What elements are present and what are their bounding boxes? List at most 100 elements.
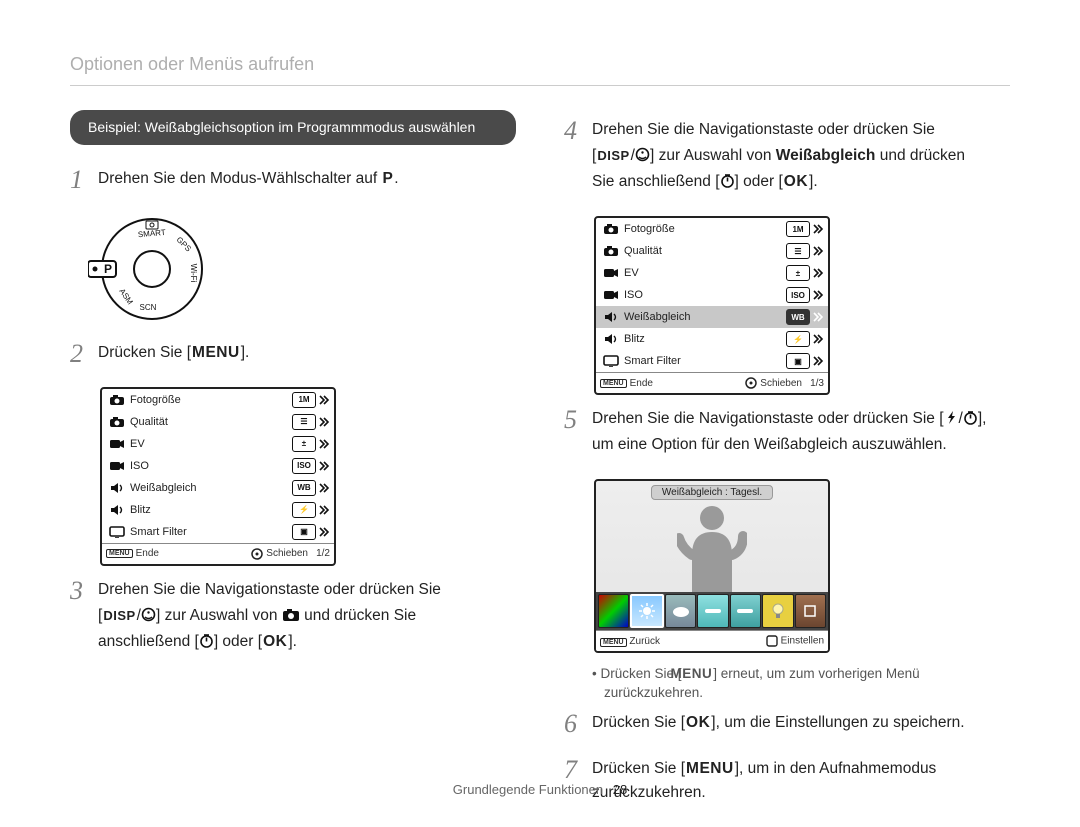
menu-row-badge: ± — [292, 436, 330, 452]
menu-row: EV± — [596, 262, 828, 284]
video-icon — [600, 267, 622, 279]
step4-line3c: ]. — [809, 173, 818, 190]
menu-row: EV± — [102, 433, 334, 455]
step-4: 4 Drehen Sie die Navigationstaste oder d… — [564, 118, 1010, 202]
step4-line3a: Sie anschließend [ — [592, 173, 720, 190]
step-2: 2 Drücken Sie [MENU]. — [70, 341, 516, 373]
menu-row: Smart Filter▣ — [102, 521, 334, 543]
footer-section: Grundlegende Funktionen — [453, 782, 603, 797]
menu-row-label: Blitz — [622, 333, 786, 345]
svg-text:P: P — [104, 262, 112, 276]
nav-wheel-icon — [745, 377, 757, 389]
person-silhouette-icon — [677, 500, 747, 592]
mode-dial: SMART GPS Wi-Fi SCN ASM P — [88, 213, 516, 325]
wb-option-strip — [596, 592, 828, 630]
page-footer: Grundlegende Funktionen 28 — [0, 782, 1080, 797]
step5-subnote: • Drücken Sie [MENU] erneut, um zum vorh… — [564, 665, 1010, 703]
video-icon — [106, 438, 128, 450]
menu-row-badge: ▣ — [292, 524, 330, 540]
menu-button-label: MENU — [685, 757, 735, 781]
header-rule — [70, 85, 1010, 86]
panel-page-indicator: 1/3 — [802, 378, 824, 389]
timer-icon — [199, 633, 214, 648]
menu-row: Fotogröße1M — [596, 218, 828, 240]
step4-line3b: ] oder [ — [735, 173, 783, 190]
bullet: • — [592, 666, 597, 681]
step2-pre: Drücken Sie [ — [98, 344, 191, 361]
nav-wheel-icon — [251, 548, 263, 560]
display-icon — [106, 526, 128, 538]
step3-line3a: anschließend [ — [98, 633, 199, 650]
menu-row-label: Fotogröße — [128, 394, 292, 406]
camera-icon — [106, 416, 128, 428]
svg-text:Wi-Fi: Wi-Fi — [189, 264, 198, 283]
step1-text-post: . — [394, 170, 398, 187]
step-6: 6 Drücken Sie [OK], um die Einstellungen… — [564, 711, 1010, 743]
step5-line1a: Drehen Sie die Navigationstaste oder drü… — [592, 410, 944, 427]
camera-icon — [600, 223, 622, 235]
menu-badge-icon: MENU — [600, 379, 627, 388]
step-3: 3 Drehen Sie die Navigationstaste oder d… — [70, 578, 516, 662]
menu-row-label: Weißabgleich — [622, 311, 786, 323]
wb-footer-right: Einstellen — [781, 636, 824, 647]
step3-line3c: ]. — [288, 633, 297, 650]
step5-line2: um eine Option für den Weißabgleich ausz… — [592, 436, 947, 453]
menu-row-label: Smart Filter — [128, 526, 292, 538]
step3-line2c: und drücken Sie — [304, 607, 416, 624]
subnote-a: Drücken Sie [ — [601, 666, 682, 681]
sound-icon — [600, 332, 622, 346]
menu-row-label: Qualität — [622, 245, 786, 257]
wb-preview-panel: Weißabgleich : Tagesl. — [594, 479, 830, 653]
video-icon — [600, 289, 622, 301]
menu-row: ISOISO — [102, 455, 334, 477]
step-number: 5 — [564, 407, 592, 433]
menu-row-label: Smart Filter — [622, 355, 786, 367]
menu-badge-icon: MENU — [106, 549, 133, 558]
menu-row-badge: ⚡ — [292, 502, 330, 518]
panel-footer-right: Schieben — [266, 548, 308, 559]
step5-line1b: ], — [978, 410, 987, 427]
menu-row: WeißabgleichWB — [596, 306, 828, 328]
ok-button-label: OK — [783, 170, 809, 194]
camera-icon — [600, 245, 622, 257]
wb-auto-icon — [598, 594, 629, 628]
wb-fluorescent-h-icon — [697, 594, 728, 628]
ok-button-label: OK — [685, 711, 711, 735]
step1-text-pre: Drehen Sie den Modus-Wählschalter auf — [98, 170, 381, 187]
step4-line2a: zur Auswahl von — [654, 147, 775, 164]
macro-icon — [635, 147, 650, 162]
menu-row: Qualität☰ — [596, 240, 828, 262]
wb-title: Weißabgleich : Tagesl. — [651, 485, 773, 500]
display-icon — [600, 355, 622, 367]
menu-row: Qualität☰ — [102, 411, 334, 433]
right-column: 4 Drehen Sie die Navigationstaste oder d… — [564, 110, 1010, 827]
menu-row-label: Fotogröße — [622, 223, 786, 235]
menu-row-badge: 1M — [786, 221, 824, 237]
mode-p-icon: P — [381, 167, 394, 191]
wb-fluorescent-l-icon — [730, 594, 761, 628]
menu-row: WeißabgleichWB — [102, 477, 334, 499]
sound-icon — [106, 481, 128, 495]
camera-icon — [282, 608, 300, 622]
menu-row-label: Weißabgleich — [128, 482, 292, 494]
menu-row-badge: WB — [786, 309, 824, 325]
wb-daylight-icon — [630, 594, 663, 628]
menu-row-label: EV — [622, 267, 786, 279]
step-number: 7 — [564, 757, 592, 783]
menu-row: Smart Filter▣ — [596, 350, 828, 372]
left-column: Beispiel: Weißabgleichsoption im Program… — [70, 110, 516, 827]
menu-row-badge: ISO — [292, 458, 330, 474]
step-number: 6 — [564, 711, 592, 737]
step-number: 3 — [70, 578, 98, 604]
step-1: 1 Drehen Sie den Modus-Wählschalter auf … — [70, 167, 516, 199]
menu-button-label: MENU — [682, 665, 714, 684]
panel-footer-left: Ende — [136, 548, 159, 559]
ok-button-label: OK — [262, 630, 288, 654]
macro-icon — [141, 607, 156, 622]
timer-icon — [963, 410, 978, 425]
menu-row-label: Blitz — [128, 504, 292, 516]
menu-row-label: ISO — [128, 460, 292, 472]
wb-preview-figure — [596, 500, 828, 592]
menu-row: Blitz⚡ — [596, 328, 828, 350]
disp-button-label: DISP — [596, 146, 630, 166]
